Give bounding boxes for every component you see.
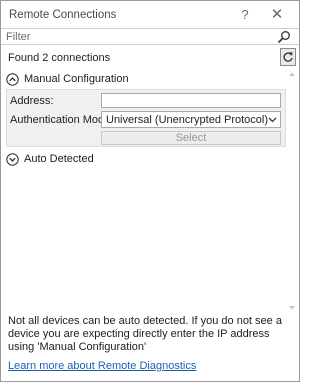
scrollbar[interactable] [287,70,297,313]
search-icon[interactable] [277,30,291,44]
refresh-icon [283,52,293,62]
filter-input[interactable] [6,30,272,44]
address-label: Address: [10,95,54,107]
refresh-button[interactable] [280,48,296,66]
auto-detected-toggle[interactable]: Auto Detected [6,151,94,167]
auto-detect-note: Not all devices can be auto detected. If… [8,315,282,353]
manual-configuration-toggle[interactable]: Manual Configuration [6,71,129,87]
window-title: Remote Connections [9,9,117,21]
authentication-mode-value: Universal (Unencrypted Protocol) [106,114,269,126]
scroll-down-icon[interactable] [287,304,297,312]
authentication-mode-label: Authentication Mode: [10,114,114,126]
remote-connections-window: Remote Connections ? ✕ Found 2 connectio… [0,0,300,382]
address-input[interactable] [101,93,281,108]
chevron-down-icon [268,117,277,123]
auto-detected-label: Auto Detected [24,153,94,165]
manual-configuration-label: Manual Configuration [24,73,129,85]
select-button[interactable]: Select [101,131,281,145]
connection-count-text: Found 2 connections [8,52,111,64]
manual-configuration-panel: Address: Authentication Mode: Universal … [6,89,286,147]
chevron-down-icon [6,152,19,166]
authentication-mode-select[interactable]: Universal (Unencrypted Protocol) [101,111,281,128]
help-button[interactable]: ? [234,5,256,25]
chevron-up-icon [6,72,19,86]
scroll-up-icon[interactable] [287,70,297,78]
title-bar: Remote Connections ? ✕ [1,1,299,29]
learn-more-link[interactable]: Learn more about Remote Diagnostics [8,360,196,372]
close-button[interactable]: ✕ [266,5,288,25]
filter-bar [1,28,299,45]
